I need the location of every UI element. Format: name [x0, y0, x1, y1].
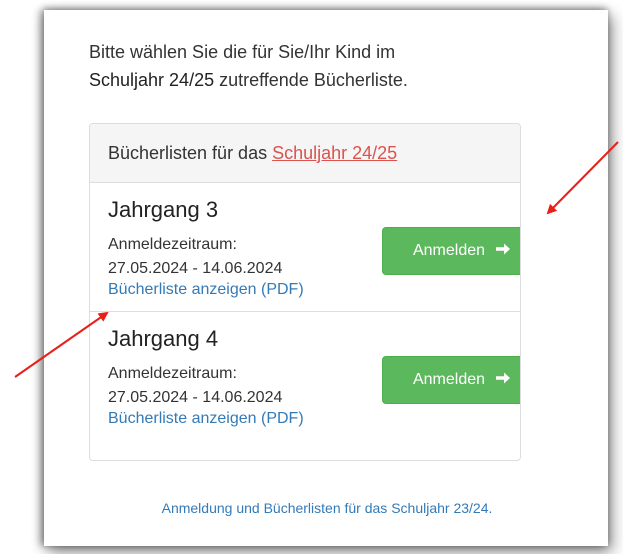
registration-period: Anmeldezeitraum: 27.05.2024 - 14.06.2024 — [108, 233, 282, 281]
booklist-panel: Bücherlisten für das Schuljahr 24/25 Jah… — [89, 123, 521, 461]
intro-text: Bitte wählen Sie die für Sie/Ihr Kind im… — [89, 38, 529, 94]
list-item-jahrgang-4: Jahrgang 4 Anmeldezeitraum: 27.05.2024 -… — [90, 312, 520, 440]
arrow-right-icon — [495, 242, 511, 261]
page-content: Bitte wählen Sie die für Sie/Ihr Kind im… — [57, 20, 597, 540]
intro-line2-rest: zutreffende Bücherliste. — [214, 70, 408, 90]
pdf-link[interactable]: Bücherliste anzeigen (PDF) — [108, 410, 304, 428]
period-dates: 27.05.2024 - 14.06.2024 — [108, 260, 283, 277]
item-title: Jahrgang 4 — [108, 326, 219, 351]
button-label: Anmelden — [412, 371, 486, 388]
school-year-link[interactable]: Schuljahr 24/25 — [272, 143, 397, 164]
registration-period: Anmeldezeitraum: 27.05.2024 - 14.06.2024 — [108, 362, 282, 410]
panel-heading-prefix: Bücherlisten für das — [108, 142, 268, 163]
item-title: Jahrgang 3 — [108, 197, 219, 222]
intro-school-year: Schuljahr 24/25 — [89, 70, 215, 90]
register-button-jahrgang-3[interactable]: Anmelden — [382, 227, 520, 275]
panel-heading: Bücherlisten für das Schuljahr 24/25 — [90, 124, 520, 183]
period-dates: 27.05.2024 - 14.06.2024 — [108, 389, 283, 406]
button-label: Anmelden — [412, 242, 486, 259]
pdf-link[interactable]: Bücherliste anzeigen (PDF) — [108, 281, 304, 299]
intro-line1: Bitte wählen Sie die für Sie/Ihr Kind im — [89, 42, 396, 62]
list-item-jahrgang-3: Jahrgang 3 Anmeldezeitraum: 27.05.2024 -… — [90, 183, 520, 312]
previous-year-link[interactable]: Anmeldung und Bücherlisten für das Schul… — [57, 500, 597, 516]
register-button-jahrgang-4[interactable]: Anmelden — [382, 356, 520, 404]
arrow-right-icon — [495, 371, 511, 390]
period-label: Anmeldezeitraum: — [108, 236, 237, 253]
period-label: Anmeldezeitraum: — [108, 365, 237, 382]
